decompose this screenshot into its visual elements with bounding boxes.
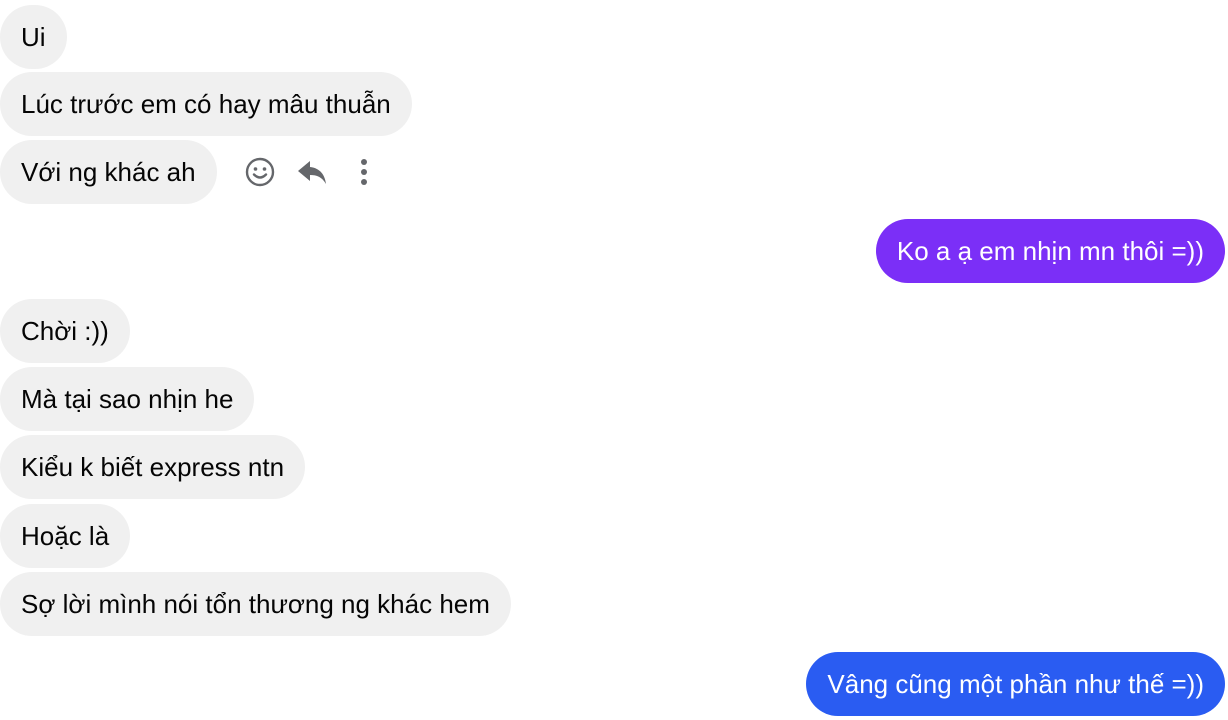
- message-bubble-incoming[interactable]: Chời :)): [0, 299, 130, 363]
- message-bubble-incoming[interactable]: Kiểu k biết express ntn: [0, 435, 306, 499]
- more-options-button[interactable]: [344, 152, 384, 192]
- message-bubble-outgoing[interactable]: Ko a ạ em nhịn mn thôi =)): [875, 219, 1225, 283]
- react-button[interactable]: [240, 152, 280, 192]
- message-bubble-incoming[interactable]: Mà tại sao nhịn he: [0, 367, 255, 431]
- message-bubble-incoming[interactable]: Hoặc là: [0, 504, 131, 568]
- reply-button[interactable]: [292, 152, 332, 192]
- message-bubble-incoming[interactable]: Sợ lời mình nói tổn thương ng khác hem: [0, 572, 511, 636]
- message-bubble-incoming[interactable]: Với ng khác ah: [0, 140, 217, 204]
- vertical-dots-icon: [361, 159, 367, 185]
- message-hover-actions: [240, 150, 396, 194]
- smiley-face-icon: [245, 157, 275, 187]
- message-bubble-incoming[interactable]: Lúc trước em có hay mâu thuẫn: [0, 72, 412, 136]
- message-bubble-outgoing[interactable]: Vâng cũng một phần như thế =)): [806, 652, 1225, 716]
- message-bubble-incoming[interactable]: Ui: [0, 5, 67, 69]
- reply-arrow-icon: [298, 161, 326, 184]
